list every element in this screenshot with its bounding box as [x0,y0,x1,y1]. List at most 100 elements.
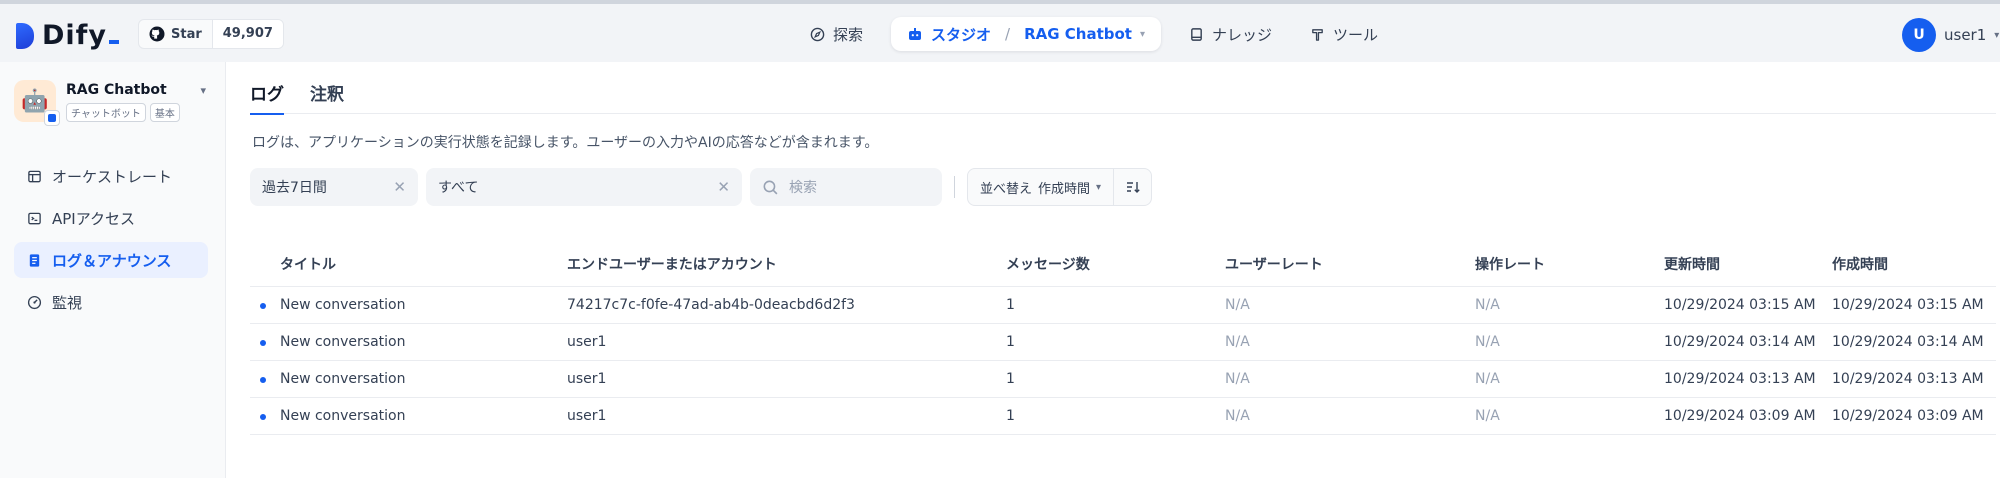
github-star-count: 49,907 [211,20,283,48]
page-description: ログは、アプリケーションの実行状態を記録します。ユーザーの入力やAIの応答などが… [252,135,879,151]
filter-bar: 過去7日間 ✕ すべて ✕ 検索 並べ替え 作成時間 ▾ [250,168,1153,206]
app-mode-tag: 基本 [149,103,180,122]
tab-logs[interactable]: ログ [250,78,284,115]
status-select[interactable]: すべて ✕ [426,168,742,206]
cell-op-rate: N/A [1475,286,1664,324]
chevron-down-icon: ▾ [1096,181,1102,193]
sidebar-item-label: オーケストレート [52,167,173,186]
cell-message-count: 1 [1006,397,1225,435]
top-navbar: Dify Star 49,907 探索 スタジオ / RAG Chatbot ▾… [0,4,2000,62]
nav-tools[interactable]: ツール [1300,17,1388,51]
cell-op-rate: N/A [1475,323,1664,361]
sidebar-item-api-access[interactable]: APIアクセス [14,200,208,236]
sidebar-item-orchestrate[interactable]: オーケストレート [14,158,208,194]
cell-updated: 10/29/2024 03:15 AM [1664,286,1832,324]
account-menu[interactable]: U user1 ▾ [1902,18,1999,52]
cell-updated: 10/29/2024 03:13 AM [1664,360,1832,398]
table-row[interactable]: New conversation user1 1 N/A N/A 10/29/2… [250,397,1996,435]
avatar: U [1902,18,1936,52]
nav-tools-label: ツール [1333,25,1379,44]
unread-dot-icon [260,376,266,383]
app-type-tag: チャットボット [66,103,146,122]
column-header: メッセージ数 [1006,242,1225,287]
main-nav: 探索 スタジオ / RAG Chatbot ▾ ナレッジ ツール [800,17,1388,51]
column-header: ユーザーレート [1225,242,1475,287]
logs-table: タイトル エンドユーザーまたはアカウント メッセージ数 ユーザーレート 操作レー… [250,242,1996,435]
app-type-badge-icon [44,110,60,126]
search-icon [763,180,778,194]
chevron-down-icon: ▾ [1994,29,2000,41]
table-row[interactable]: New conversation 74217c7c-f0fe-47ad-ab4b… [250,286,1996,324]
cell-title: New conversation [280,286,567,324]
sort-control: 並べ替え 作成時間 ▾ [967,168,1153,206]
brand-name: Dify [42,20,108,51]
layout-icon [26,168,42,184]
content-tabs: ログ 注釈 [250,78,1996,115]
chevron-down-icon[interactable]: ▾ [200,84,206,97]
github-star-button[interactable]: Star 49,907 [138,19,284,49]
cell-end-user: user1 [567,397,1006,435]
dify-logo[interactable]: Dify [16,20,120,51]
nav-explore[interactable]: 探索 [800,17,873,51]
robot-icon: 🤖 [21,88,49,114]
sort-descending-icon [1126,182,1140,193]
cell-message-count: 1 [1006,323,1225,361]
document-icon [26,252,42,268]
breadcrumb-separator: / [1005,25,1011,43]
clear-icon[interactable]: ✕ [717,178,730,196]
user-name: user1 [1944,26,1987,44]
unread-dot-icon [260,302,266,309]
nav-explore-label: 探索 [833,25,864,44]
cell-user-rate: N/A [1225,360,1475,398]
sort-value: 作成時間 [1038,181,1091,197]
sidebar-item-monitoring[interactable]: 監視 [14,284,208,320]
cell-end-user: user1 [567,360,1006,398]
nav-knowledge[interactable]: ナレッジ [1179,17,1282,51]
table-row[interactable]: New conversation user1 1 N/A N/A 10/29/2… [250,323,1996,361]
sidebar-item-label: ログ＆アナウンス [52,251,172,270]
app-switcher[interactable]: 🤖 RAG Chatbot チャットボット 基本 ▾ [14,80,210,126]
sidebar-item-logs[interactable]: ログ＆アナウンス [14,242,208,278]
gauge-icon [26,294,42,310]
cell-op-rate: N/A [1475,360,1664,398]
sidebar-item-label: APIアクセス [52,209,135,228]
column-header: 操作レート [1475,242,1664,287]
column-header: タイトル [280,242,567,287]
cell-op-rate: N/A [1475,397,1664,435]
column-header: 更新時間 [1664,242,1832,287]
app-name: RAG Chatbot [66,82,167,98]
github-icon [149,26,165,42]
sort-order-button[interactable] [1113,169,1151,205]
cell-end-user: 74217c7c-f0fe-47ad-ab4b-0deacbd6d2f3 [567,286,1006,324]
cell-title: New conversation [280,323,567,361]
tab-annotations[interactable]: 注釈 [310,78,344,114]
sort-field-select[interactable]: 並べ替え 作成時間 ▾ [968,178,1113,197]
cell-user-rate: N/A [1225,286,1475,324]
cell-created: 10/29/2024 03:09 AM [1832,397,1996,435]
nav-studio[interactable]: スタジオ / RAG Chatbot ▾ [891,17,1162,51]
main-content: ログ 注釈 ログは、アプリケーションの実行状態を記録します。ユーザーの入力やAI… [250,62,2000,478]
cell-created: 10/29/2024 03:13 AM [1832,360,1996,398]
clear-icon[interactable]: ✕ [393,178,406,196]
sidebar-item-label: 監視 [52,293,83,312]
filter-divider [954,176,955,198]
chevron-down-icon[interactable]: ▾ [1140,29,1145,40]
github-star-label: Star [171,26,202,42]
app-avatar: 🤖 [14,80,60,126]
robot-icon [909,28,922,40]
table-header: タイトル エンドユーザーまたはアカウント メッセージ数 ユーザーレート 操作レー… [250,242,1996,287]
search-placeholder: 検索 [789,180,817,196]
period-select[interactable]: 過去7日間 ✕ [250,168,418,206]
app-sidebar: 🤖 RAG Chatbot チャットボット 基本 ▾ オーケストレート APIア… [0,62,226,478]
cell-title: New conversation [280,397,567,435]
book-icon [1191,27,1202,41]
cell-message-count: 1 [1006,360,1225,398]
sidebar-menu: オーケストレート APIアクセス ログ＆アナウンス 監視 [14,158,208,326]
search-input[interactable]: 検索 [750,168,942,206]
table-row[interactable]: New conversation user1 1 N/A N/A 10/29/2… [250,360,1996,398]
column-header: エンドユーザーまたはアカウント [567,242,1006,287]
nav-current-app[interactable]: RAG Chatbot [1024,25,1132,43]
dify-logo-mark [16,22,34,49]
cell-created: 10/29/2024 03:14 AM [1832,323,1996,361]
cell-user-rate: N/A [1225,323,1475,361]
